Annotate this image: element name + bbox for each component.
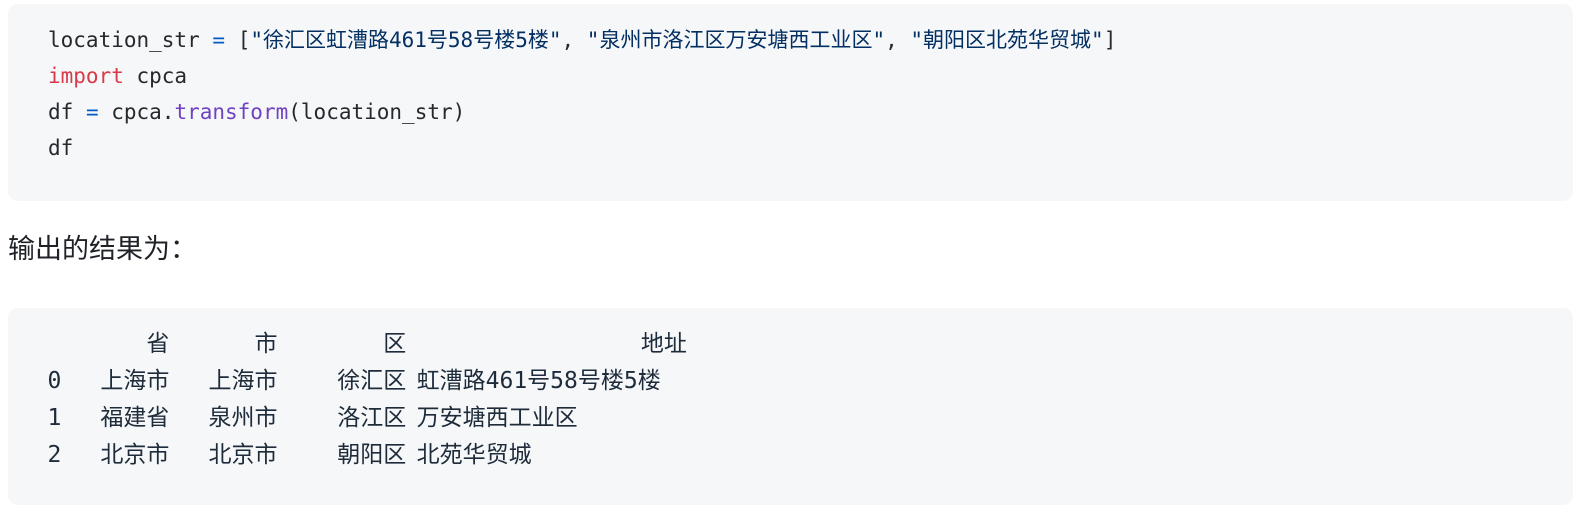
code-token-plain: cpca. [98, 100, 175, 124]
code-token-operator: = [212, 28, 226, 52]
code-token-punctuation: [ [237, 28, 251, 52]
code-line: import cpca [48, 58, 1573, 94]
code-block-output[interactable]: 省 市 区 地址 0 上海市 上海市 徐汇区 虹漕路461号58号楼5楼 1 福建省 泉州市 洛江区 万安… [8, 308, 1573, 505]
dataframe-cell: 福建省 [100, 405, 170, 431]
code-token-string: "泉州市洛江区万安塘西工业区" [586, 28, 886, 52]
code-line: df = cpca.transform(location_str) [48, 94, 1573, 130]
dataframe-cell: 徐汇区 [337, 368, 407, 394]
dataframe-column-header: 省 [146, 331, 170, 357]
dataframe-cell: 朝阳区 [337, 442, 407, 468]
code-token-plain: location_str [300, 100, 453, 124]
dataframe-cell: 北京市 [100, 442, 170, 468]
dataframe-row-index: 0 [47, 368, 62, 394]
dataframe-cell: 北京市 [208, 442, 278, 468]
result-label-text: 输出的结果为： [8, 234, 197, 264]
code-token-punctuation: ] [1103, 28, 1117, 52]
code-token-operator: = [85, 100, 99, 124]
dataframe-column-header: 区 [383, 331, 407, 357]
code-token-function: transform [174, 100, 289, 124]
code-line: location_str = ["徐汇区虹漕路461号58号楼5楼", "泉州市… [48, 22, 1573, 58]
code-token-string: "朝阳区北苑华贸城" [910, 28, 1104, 52]
dataframe-cell: 泉州市 [208, 405, 278, 431]
dataframe-header-row: 省 市 区 地址 [36, 326, 1573, 363]
code-block-input[interactable]: location_str = ["徐汇区虹漕路461号58号楼5楼", "泉州市… [8, 4, 1573, 201]
code-token-plain: df [48, 100, 86, 124]
dataframe-cell: 北苑华贸城 [416, 442, 532, 468]
dataframe-cell: 上海市 [208, 368, 278, 394]
dataframe-cell: 上海市 [100, 368, 170, 394]
code-token-plain: df [48, 136, 74, 160]
dataframe-row: 2 北京市 北京市 朝阳区 北苑华贸城 [36, 437, 1573, 474]
code-token-plain: cpca [123, 64, 188, 88]
dataframe-column-header: 地址 [640, 331, 687, 357]
article-body: location_str = ["徐汇区虹漕路461号58号楼5楼", "泉州市… [0, 0, 1580, 512]
code-token-punctuation: ( [288, 100, 301, 124]
code-token-keyword: import [48, 64, 124, 88]
code-token-punctuation: ) [452, 100, 466, 124]
dataframe-row: 1 福建省 泉州市 洛江区 万安塘西工业区 [36, 400, 1573, 437]
dataframe-column-header: 市 [254, 331, 278, 357]
code-token-plain: location_str [48, 28, 213, 52]
code-lines: location_str = ["徐汇区虹漕路461号58号楼5楼", "泉州市… [48, 22, 1573, 166]
dataframe-row-index: 2 [47, 442, 62, 468]
dataframe-cell: 虹漕路461号58号楼5楼 [416, 368, 661, 394]
code-token-punctuation: , [885, 28, 911, 52]
dataframe-cell: 洛江区 [337, 405, 407, 431]
code-token-string: "徐汇区虹漕路461号58号楼5楼" [250, 28, 562, 52]
dataframe-output: 省 市 区 地址 0 上海市 上海市 徐汇区 虹漕路461号58号楼5楼 1 福建省 泉州市 洛江区 万安… [36, 326, 1573, 474]
code-token-punctuation: , [561, 28, 587, 52]
dataframe-row: 0 上海市 上海市 徐汇区 虹漕路461号58号楼5楼 [36, 363, 1573, 400]
code-line: df [48, 130, 1573, 166]
dataframe-cell: 万安塘西工业区 [416, 405, 578, 431]
dataframe-row-index: 1 [47, 405, 62, 431]
